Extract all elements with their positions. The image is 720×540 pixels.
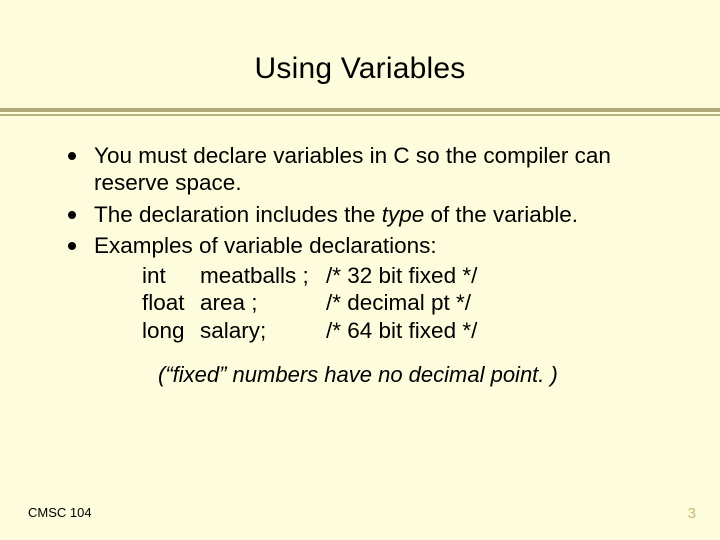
footer-left: CMSC 104 [28,505,92,520]
slide: Using Variables You must declare variabl… [0,0,720,540]
bullet-text-italic: type [382,202,425,227]
decl-comment: /* 64 bit fixed */ [326,317,660,344]
divider-bar-top [0,108,720,112]
divider-bar-bottom [0,114,720,116]
decl-name: meatballs ; [200,262,326,289]
content: You must declare variables in C so the c… [0,114,720,389]
bullet-text: You must declare variables in C so the c… [94,143,611,195]
bullet-text: Examples of variable declarations: [94,233,437,258]
slide-title: Using Variables [0,0,720,102]
page-number: 3 [688,505,696,522]
decl-comment: /* 32 bit fixed */ [326,262,660,289]
declarations: int meatballs ; /* 32 bit fixed */ float… [94,262,660,344]
bullet-item: The declaration includes the type of the… [94,201,660,228]
decl-row: int meatballs ; /* 32 bit fixed */ [142,262,660,289]
bullet-item: You must declare variables in C so the c… [94,142,660,197]
decl-comment: /* decimal pt */ [326,289,660,316]
decl-type: float [142,289,200,316]
decl-row: float area ; /* decimal pt */ [142,289,660,316]
decl-name: salary; [200,317,326,344]
bullet-text-part: of the variable. [424,202,578,227]
decl-row: long salary; /* 64 bit fixed */ [142,317,660,344]
decl-type: int [142,262,200,289]
footnote: (“fixed” numbers have no decimal point. … [60,362,660,389]
bullet-item: Examples of variable declarations: int m… [94,232,660,344]
bullet-text-part: The declaration includes the [94,202,382,227]
bullet-list: You must declare variables in C so the c… [60,142,660,344]
decl-type: long [142,317,200,344]
divider [0,108,720,114]
decl-name: area ; [200,289,326,316]
